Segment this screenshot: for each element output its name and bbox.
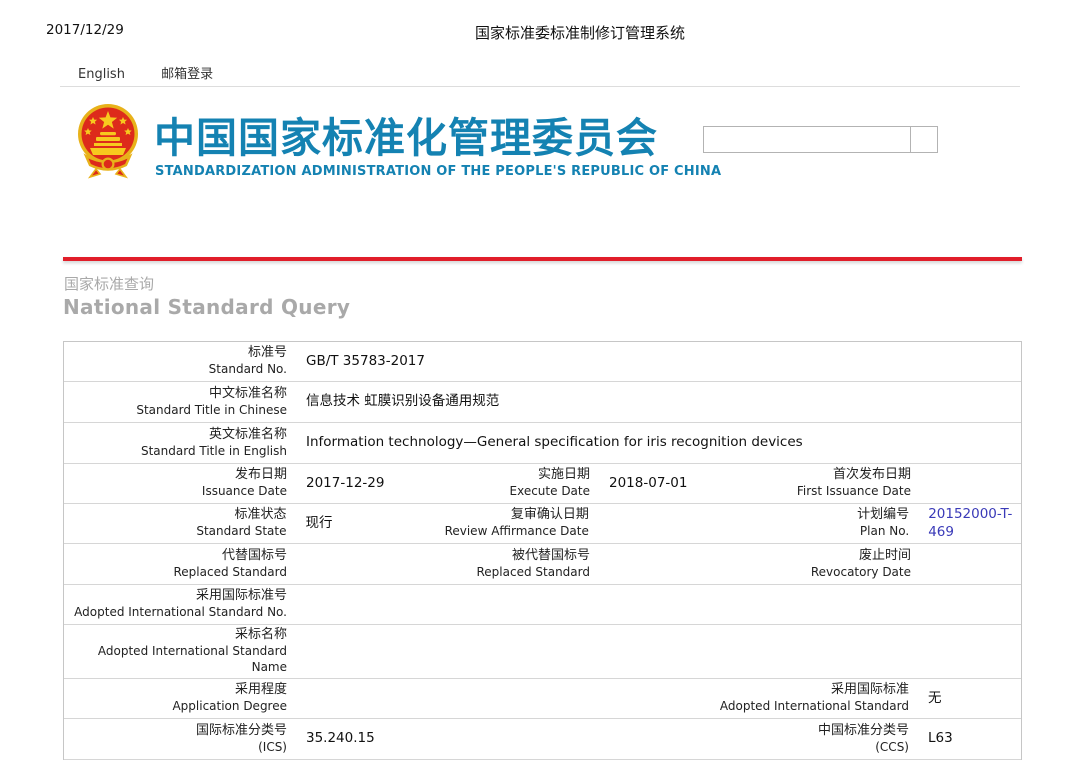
field-label-adopted-intl-standard: 采用国际标准 Adopted International Standard [589, 682, 919, 714]
search-box [703, 126, 938, 153]
field-label-replaced-by-standard: 被代替国标号 Replaced Standard [444, 548, 600, 580]
row-state-plan: 标准状态 Standard State 现行 复审确认日期 Review Aff… [64, 504, 1021, 544]
field-value-title-chinese: 信息技术 虹膜识别设备通用规范 [297, 393, 1021, 411]
field-label-first-issuance-date: 首次发布日期 First Issuance Date [759, 467, 921, 499]
field-label-adopted-intl-no: 采用国际标准号 Adopted International Standard N… [64, 588, 297, 620]
field-value-issuance-date: 2017-12-29 [297, 475, 444, 493]
nav-divider [60, 86, 1020, 87]
field-value-standard-state: 现行 [297, 515, 444, 533]
china-national-emblem-icon [76, 101, 140, 183]
english-link[interactable]: English [78, 67, 125, 82]
standard-detail-table: 标准号 Standard No. GB/T 35783-2017 中文标准名称 … [63, 341, 1022, 760]
top-nav: English 邮箱登录 [78, 63, 245, 82]
row-application-degree: 采用程度 Application Degree 采用国际标准 Adopted I… [64, 679, 1021, 719]
org-title-cn: 中国国家标准化管理委员会 [154, 104, 658, 164]
field-value-title-english: Information technology—General specifica… [297, 434, 1021, 452]
mail-login-link[interactable]: 邮箱登录 [161, 67, 213, 82]
field-label-replaced-standard: 代替国标号 Replaced Standard [64, 548, 297, 580]
field-label-execute-date: 实施日期 Execute Date [444, 467, 600, 499]
field-value-ccs: L63 [919, 730, 1021, 748]
field-label-application-degree: 采用程度 Application Degree [64, 682, 297, 714]
plan-no-link[interactable]: 20152000-T-469 [928, 506, 1012, 540]
field-label-title-chinese: 中文标准名称 Standard Title in Chinese [64, 386, 297, 418]
field-label-plan-no: 计划编号 Plan No. [758, 507, 920, 539]
field-label-standard-no: 标准号 Standard No. [64, 345, 297, 377]
system-title: 国家标准委标准制修订管理系统 [80, 22, 1080, 43]
field-value-standard-no: GB/T 35783-2017 [297, 353, 1021, 371]
row-adopted-intl-name: 采标名称 Adopted International Standard Name [64, 625, 1021, 679]
field-label-ics: 国际标准分类号 (ICS) [64, 723, 297, 755]
field-value-adopted-intl-standard: 无 [919, 690, 1021, 708]
field-value-plan-no: 20152000-T-469 [919, 506, 1021, 541]
row-dates: 发布日期 Issuance Date 2017-12-29 实施日期 Execu… [64, 464, 1021, 504]
search-input[interactable] [704, 127, 910, 152]
row-adopted-intl-no: 采用国际标准号 Adopted International Standard N… [64, 585, 1021, 625]
row-replaced: 代替国标号 Replaced Standard 被代替国标号 Replaced … [64, 544, 1021, 585]
row-standard-no: 标准号 Standard No. GB/T 35783-2017 [64, 342, 1021, 382]
red-divider [63, 257, 1022, 261]
field-label-revocatory-date: 废止时间 Revocatory Date [759, 548, 921, 580]
search-button[interactable] [910, 127, 937, 152]
field-value-execute-date: 2018-07-01 [600, 475, 759, 493]
field-label-issuance-date: 发布日期 Issuance Date [64, 467, 297, 499]
field-label-adopted-intl-name: 采标名称 Adopted International Standard Name [64, 627, 297, 675]
org-title-en: STANDARDIZATION ADMINISTRATION OF THE PE… [155, 164, 721, 179]
field-label-ccs: 中国标准分类号 (CCS) [589, 723, 919, 755]
field-value-ics: 35.240.15 [297, 730, 589, 748]
section-title-cn: 国家标准查询 [64, 273, 154, 294]
section-title-en: National Standard Query [63, 295, 350, 319]
field-label-standard-state: 标准状态 Standard State [64, 507, 297, 539]
row-classification: 国际标准分类号 (ICS) 35.240.15 中国标准分类号 (CCS) L6… [64, 719, 1021, 760]
field-label-title-english: 英文标准名称 Standard Title in English [64, 427, 297, 459]
row-title-english: 英文标准名称 Standard Title in English Informa… [64, 423, 1021, 464]
field-label-review-affirmance-date: 复审确认日期 Review Affirmance Date [443, 507, 599, 539]
row-title-chinese: 中文标准名称 Standard Title in Chinese 信息技术 虹膜… [64, 382, 1021, 423]
